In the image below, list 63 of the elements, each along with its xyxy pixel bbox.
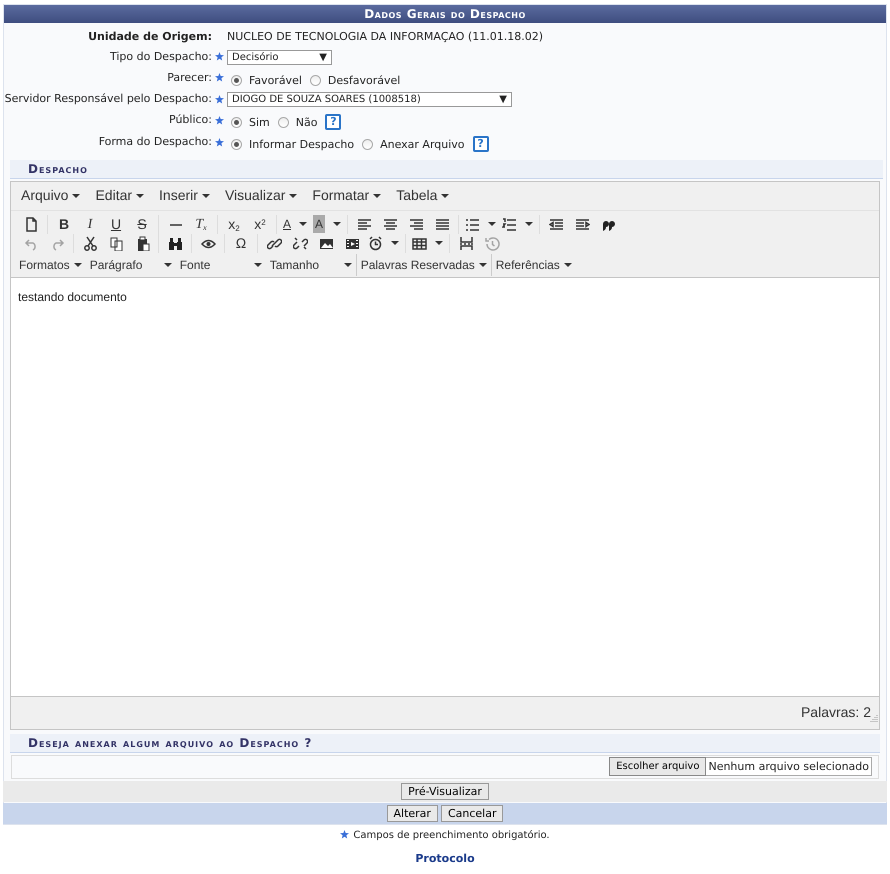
radio-label: Favorável [249, 73, 302, 89]
required-note: Campos de preenchimento obrigatório. [353, 828, 550, 842]
word-count: Palavras: 2 [800, 703, 871, 722]
menu-item[interactable]: Formatar [306, 185, 390, 206]
menu-item[interactable]: Arquivo [15, 185, 90, 206]
field-label: Forma do Despacho: [98, 134, 212, 150]
form-button[interactable]: Alterar [386, 804, 438, 822]
radio-button[interactable] [231, 116, 242, 128]
format-button[interactable]: S [129, 214, 155, 234]
field-label: Tipo do Despacho: [108, 48, 212, 65]
radio-label: Anexar Arquivo [380, 136, 465, 153]
resize-grip-icon[interactable] [870, 714, 878, 722]
format-dropdown[interactable]: Palavras Reservadas [356, 256, 491, 274]
toolbar-icon [412, 236, 427, 250]
radio-button[interactable] [231, 74, 242, 86]
format-button[interactable]: T$_{x}$ [188, 214, 214, 234]
radio-button[interactable] [310, 74, 321, 86]
radio-label: Informar Despacho [249, 136, 354, 153]
toolbar-icon [368, 236, 383, 250]
field-label: Público: [168, 112, 212, 128]
toolbar-icon [465, 216, 480, 232]
format-button[interactable]: x$^{2}$ [247, 214, 273, 234]
toolbar-icon [502, 216, 518, 232]
radio-label: Desfavorável [328, 73, 400, 89]
form-button[interactable]: Cancelar [440, 804, 504, 822]
format-dropdown[interactable]: Formatos [15, 256, 86, 274]
format-dropdown[interactable]: Referências [492, 256, 576, 274]
radio-label: Sim [249, 114, 270, 131]
field-value: NUCLEO DE TECNOLOGIA DA INFORMAÇAO (11.01.18.02) [227, 28, 543, 45]
protocol-link[interactable]: Protocolo [415, 850, 475, 867]
format-dropdown[interactable]: Tamanho [266, 256, 356, 274]
radio-button[interactable] [278, 116, 289, 128]
format-button[interactable]: x$_{2}$ [221, 214, 247, 234]
menu-item[interactable]: Inserir [153, 185, 219, 206]
section-title: Deseja anexar algum arquivo ao Despacho ? [10, 734, 880, 752]
radio-label: Não [296, 114, 318, 131]
menu-item[interactable]: Tabela [390, 185, 458, 206]
preview-button[interactable]: Pré-Visualizar [401, 782, 489, 800]
format-button[interactable]: A [310, 214, 344, 234]
dropdown-field[interactable]: DIOGO DE SOUZA SOARES (1008518) ▼ [227, 92, 512, 107]
radio-button[interactable] [231, 138, 242, 150]
help-button[interactable]: ? [472, 136, 489, 152]
format-button[interactable]: B [51, 214, 77, 234]
format-dropdown[interactable]: Parágrafo [86, 256, 176, 274]
format-button[interactable]: A [280, 214, 310, 234]
help-button[interactable]: ? [325, 114, 342, 130]
format-button[interactable]: I [77, 214, 103, 234]
choose-file-button[interactable]: Escolher arquivo [609, 757, 706, 776]
dropdown-field[interactable]: Decisório ▼ [227, 50, 332, 64]
panel-title: Dados Gerais do Despacho [4, 5, 886, 23]
format-button[interactable]: U [103, 214, 129, 234]
menu-item[interactable]: Visualizar [218, 185, 306, 206]
field-label: Unidade de Origem: [87, 28, 212, 45]
field-label: Parecer: [166, 70, 212, 86]
file-status: Nenhum arquivo selecionado [706, 757, 872, 776]
format-dropdown[interactable]: Fonte [176, 256, 266, 274]
section-title: Despacho [10, 160, 883, 178]
editor-text: testando documento [18, 288, 128, 306]
radio-button[interactable] [362, 138, 374, 150]
field-label: Servidor Responsável pelo Despacho: [4, 91, 212, 108]
menu-item[interactable]: Editar [89, 185, 154, 206]
required-star-icon [340, 830, 350, 840]
format-button[interactable]: Ω [228, 234, 254, 252]
